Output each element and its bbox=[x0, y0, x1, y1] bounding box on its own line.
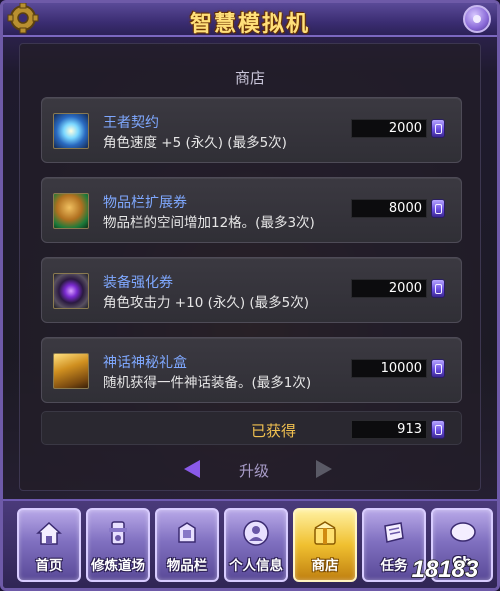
shop-item-card[interactable]: 王者契约 角色速度 +5 (永久) (最多5次) 2000 bbox=[41, 97, 462, 163]
item-name: 神话神秘礼盒 bbox=[103, 355, 187, 371]
next-arrow-icon[interactable] bbox=[316, 460, 332, 478]
tab-label: 商店 bbox=[311, 558, 339, 574]
item-name: 王者契约 bbox=[103, 115, 159, 131]
item-description: 物品栏的空间增加12格。(最多3次) bbox=[103, 215, 315, 231]
tab-shop[interactable]: 商店 bbox=[293, 508, 357, 582]
watermark-logo: 18183 bbox=[411, 555, 480, 584]
item-price: 10000 bbox=[351, 359, 427, 378]
svg-text:18183: 18183 bbox=[412, 556, 479, 583]
shop-item-card[interactable]: 装备强化券 角色攻击力 +10 (永久) (最多5次) 2000 bbox=[41, 257, 462, 323]
item-name: 物品栏扩展券 bbox=[103, 195, 187, 211]
prev-arrow-icon[interactable] bbox=[184, 460, 200, 478]
purple-gem-icon bbox=[431, 279, 445, 298]
chat-icon bbox=[450, 522, 476, 542]
tab-label: 修炼道场 bbox=[91, 558, 145, 574]
inventory-expand-ticket-icon bbox=[53, 193, 89, 229]
tab-home[interactable]: 首页 bbox=[17, 508, 81, 582]
tab-label: 物品栏 bbox=[166, 558, 208, 574]
purple-gem-icon bbox=[431, 420, 445, 439]
game-window: 智慧模拟机 商店 王者契约 角色速度 +5 (永久) (最多5次) 2000 物… bbox=[0, 0, 500, 591]
home-icon bbox=[36, 521, 62, 545]
item-description: 角色攻击力 +10 (永久) (最多5次) bbox=[103, 295, 310, 311]
shop-heading: 商店 bbox=[234, 69, 265, 87]
item-price: 2000 bbox=[351, 279, 427, 298]
equipment-enhance-ticket-icon bbox=[53, 273, 89, 309]
window-title: 智慧模拟机 bbox=[189, 12, 310, 37]
quest-scroll-icon bbox=[384, 522, 404, 543]
profile-icon bbox=[243, 520, 269, 546]
item-price: 8000 bbox=[351, 199, 427, 218]
king-contract-icon bbox=[53, 113, 89, 149]
mythic-mystery-box-icon bbox=[53, 353, 89, 389]
upgrade-label: 升级 bbox=[239, 462, 270, 480]
item-description: 角色速度 +5 (永久) (最多5次) bbox=[103, 135, 287, 151]
inventory-icon bbox=[178, 522, 196, 543]
purple-gem-icon bbox=[431, 119, 445, 138]
shop-item-card[interactable]: 神话神秘礼盒 随机获得一件神话装备。(最多1次) 10000 bbox=[41, 337, 462, 403]
purple-gem-icon bbox=[431, 359, 445, 378]
item-name: 装备强化券 bbox=[103, 275, 173, 291]
tab-label: 首页 bbox=[35, 558, 63, 574]
item-price: 2000 bbox=[351, 119, 427, 138]
title-bar: 智慧模拟机 bbox=[3, 3, 497, 37]
close-button[interactable] bbox=[463, 5, 491, 33]
obtained-value: 913 bbox=[351, 420, 427, 439]
tab-label: 个人信息 bbox=[229, 558, 283, 574]
shop-icon bbox=[314, 521, 336, 545]
training-hall-icon bbox=[109, 521, 127, 545]
tab-profile[interactable]: 个人信息 bbox=[224, 508, 288, 582]
tab-training-hall[interactable]: 修炼道场 bbox=[86, 508, 150, 582]
obtained-label: 已获得 bbox=[251, 422, 297, 440]
obtained-row: 已获得 913 bbox=[41, 411, 462, 445]
item-description: 随机获得一件神话装备。(最多1次) bbox=[103, 375, 312, 391]
purple-gem-icon bbox=[431, 199, 445, 218]
shop-item-card[interactable]: 物品栏扩展券 物品栏的空间增加12格。(最多3次) 8000 bbox=[41, 177, 462, 243]
tab-inventory[interactable]: 物品栏 bbox=[155, 508, 219, 582]
